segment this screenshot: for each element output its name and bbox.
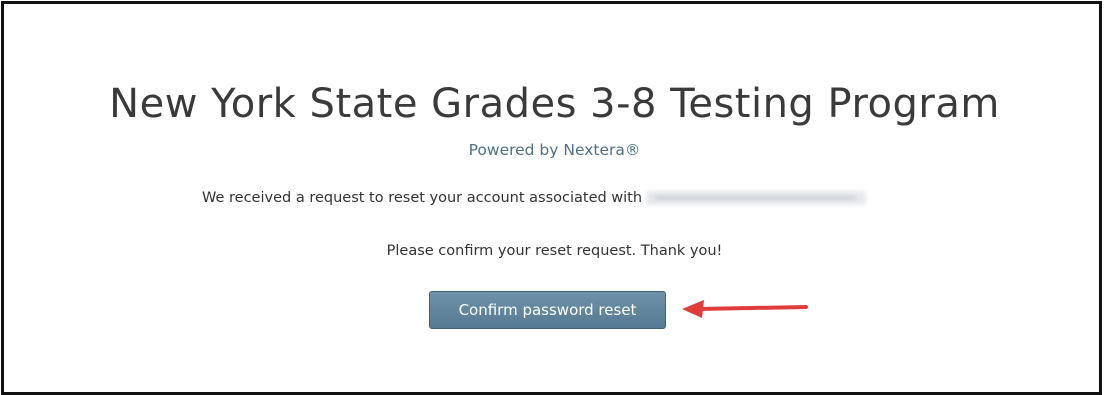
page-frame: New York State Grades 3-8 Testing Progra… — [1, 1, 1102, 395]
powered-by-label: Powered by Nextera® — [468, 141, 641, 159]
left-arrow-icon — [682, 300, 808, 318]
page-title: New York State Grades 3-8 Testing Progra… — [109, 81, 1000, 127]
redacted-email — [646, 191, 867, 205]
confirm-instruction: Please confirm your reset request. Thank… — [386, 243, 723, 259]
confirm-password-reset-button[interactable]: Confirm password reset — [429, 291, 666, 329]
reset-request-text: We received a request to reset your acco… — [202, 190, 643, 206]
reset-request-message: We received a request to reset your acco… — [202, 188, 867, 208]
